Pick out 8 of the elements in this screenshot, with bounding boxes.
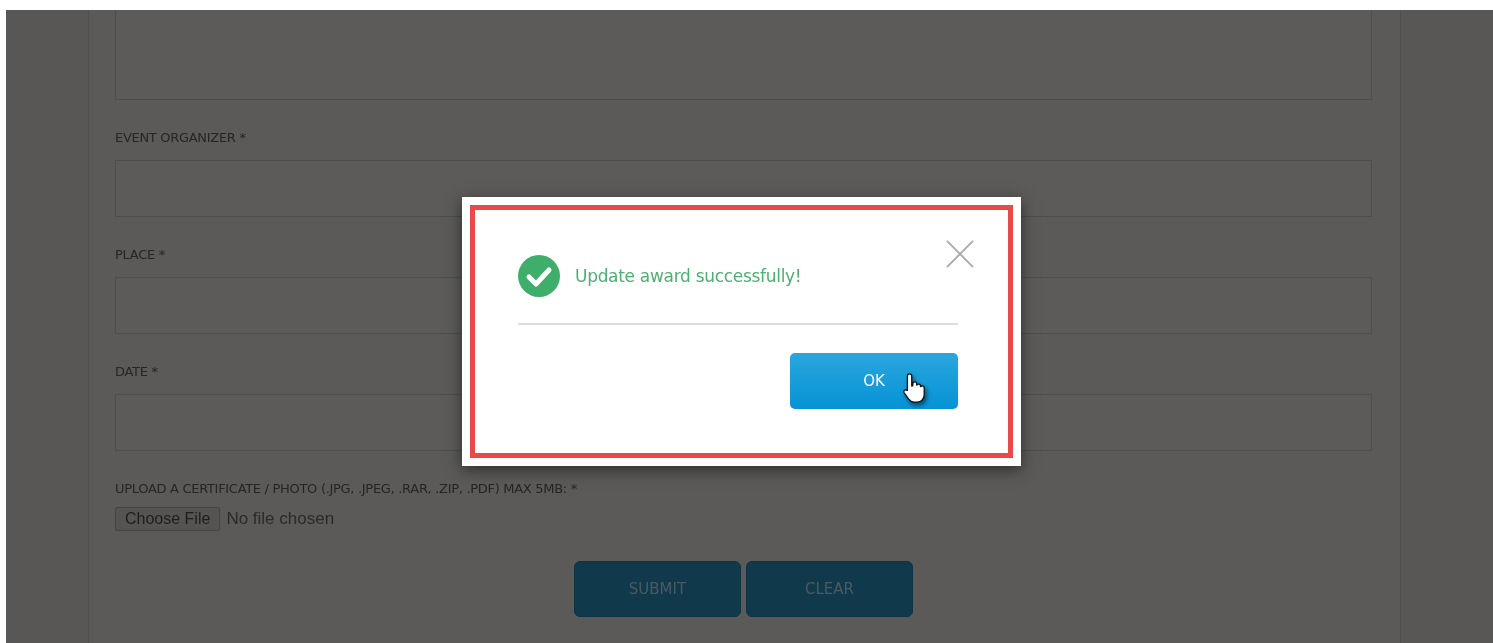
submit-button[interactable]: SUBMIT — [574, 561, 741, 617]
success-message: Update award successfully! — [575, 266, 802, 286]
clear-button[interactable]: CLEAR — [746, 561, 913, 617]
success-check-icon — [518, 255, 560, 297]
hand-cursor-icon — [902, 371, 928, 405]
choose-file-button[interactable]: Choose File — [115, 507, 221, 531]
ok-button[interactable]: OK — [790, 353, 958, 409]
close-icon[interactable] — [946, 240, 974, 268]
